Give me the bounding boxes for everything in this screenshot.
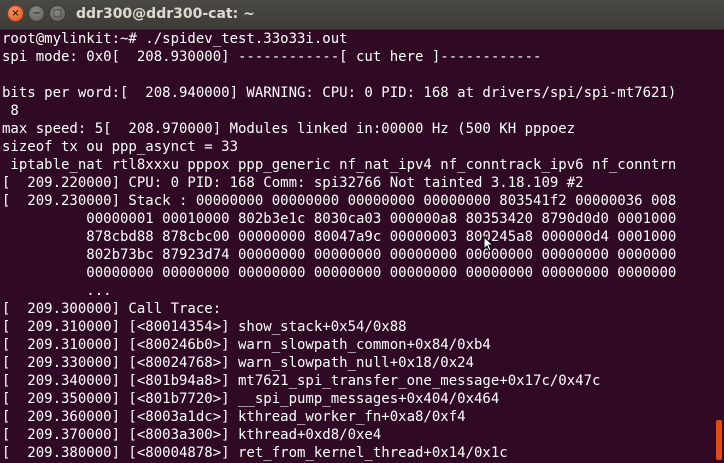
terminal-line: 8 [2,103,19,119]
terminal-line: [ 209.350000] [<801b7720>] __spi_pump_me… [2,391,500,407]
terminal-line: [ 209.310000] [<80014354>] show_stack+0x… [2,319,407,335]
scrollbar[interactable] [714,30,724,463]
scrollbar-thumb[interactable] [716,420,722,460]
terminal-line: spi mode: 0x0[ 208.930000] ------------[… [2,49,542,65]
close-button[interactable]: × [7,5,24,22]
terminal-line: ... [2,283,112,299]
terminal-line: root@mylinkit:~# ./spidev_test.33o33i.ou… [2,31,348,47]
terminal-line: [ 209.360000] [<8003a1dc>] kthread_worke… [2,409,466,425]
terminal-line: 878cbd88 878cbc00 00000000 80047a9c 0000… [2,229,677,245]
terminal-line: [ 209.310000] [<800246b0>] warn_slowpath… [2,337,491,353]
maximize-button[interactable]: □ [49,5,66,22]
mouse-cursor-icon [483,236,493,252]
title-bar[interactable]: × − □ ddr300@ddr300-cat: ~ [0,0,724,30]
terminal-line: [ 209.370000] [<8003a300>] kthread+0xd8/… [2,427,382,443]
terminal-line: 802b73bc 87923d74 00000000 00000000 0000… [2,247,677,263]
minimize-button[interactable]: − [28,5,45,22]
terminal-line: [ 209.230000] Stack : 00000000 00000000 … [2,193,677,209]
terminal-line: bits per word:[ 208.940000] WARNING: CPU… [2,85,677,101]
window-title: ddr300@ddr300-cat: ~ [76,6,255,22]
terminal-line: iptable_nat rtl8xxxu pppox ppp_generic n… [2,157,677,173]
terminal-line: 00000000 00000000 00000000 00000000 0000… [2,265,677,281]
terminal-window: × − □ ddr300@ddr300-cat: ~ root@mylinkit… [0,0,724,463]
terminal-line: [ 209.300000] Call Trace: [2,301,222,317]
terminal-line: sizeof tx ou ppp_asynct = 33 [2,139,239,155]
terminal-line: [ 209.330000] [<80024768>] warn_slowpath… [2,355,475,371]
terminal-line: max speed: 5[ 208.970000] Modules linked… [2,121,576,137]
terminal-output[interactable]: root@mylinkit:~# ./spidev_test.33o33i.ou… [0,30,714,463]
terminal-line: 00000001 00010000 802b3e1c 8030ca03 0000… [2,211,677,227]
terminal-line: [ 209.220000] CPU: 0 PID: 168 Comm: spi3… [2,175,584,191]
terminal-line: [ 209.340000] [<801b94a8>] mt7621_spi_tr… [2,373,601,389]
terminal-line: [ 209.380000] [<80004878>] ret_from_kern… [2,445,508,461]
